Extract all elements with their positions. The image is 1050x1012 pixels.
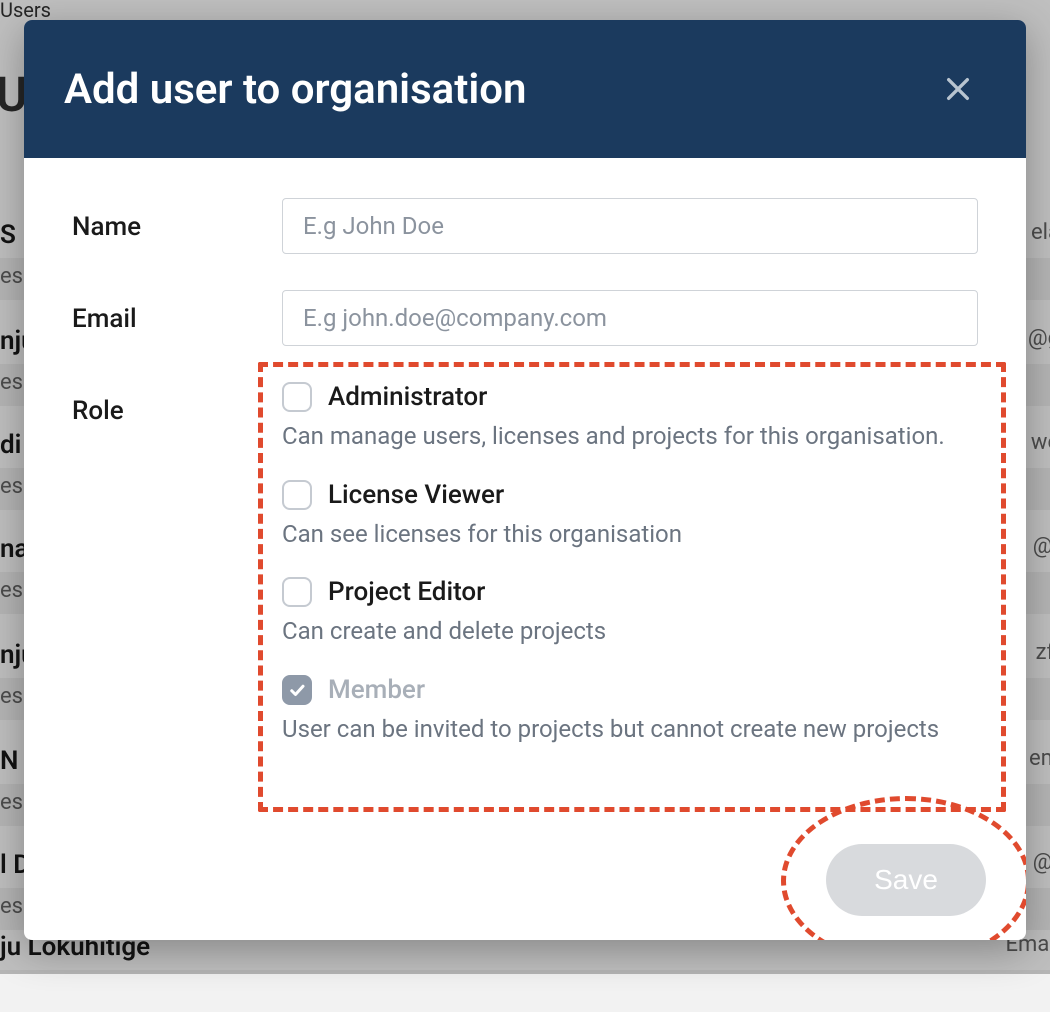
email-row: Email [72,290,978,346]
roles-group: Administrator Can manage users, licenses … [282,382,978,772]
role-title: Project Editor [328,577,485,607]
role-title: License Viewer [328,480,504,510]
save-button[interactable]: Save [826,844,986,916]
role-title: Member [328,675,425,705]
role-item: Member User can be invited to projects bu… [282,675,978,747]
role-checkbox[interactable] [282,577,312,607]
add-user-modal: Add user to organisation Name Email Role… [24,20,1026,940]
role-checkbox[interactable] [282,480,312,510]
role-description: Can see licenses for this organisation [282,518,978,552]
role-head: Administrator [282,382,978,412]
role-checkbox[interactable] [282,382,312,412]
email-label: Email [72,290,282,334]
role-head: Project Editor [282,577,978,607]
role-item: License Viewer Can see licenses for this … [282,480,978,552]
email-input[interactable] [282,290,978,346]
modal-title: Add user to organisation [64,65,526,114]
role-description: Can create and delete projects [282,615,978,649]
modal-footer: Save [826,844,986,916]
role-row: Role Administrator Can manage users, lice… [72,382,978,772]
close-button[interactable] [938,69,978,109]
name-row: Name [72,198,978,254]
modal-header: Add user to organisation [24,20,1026,158]
role-head: License Viewer [282,480,978,510]
modal-body: Name Email Role Administrator Can manage … [24,158,1026,792]
role-description: User can be invited to projects but cann… [282,713,978,747]
check-icon [288,681,306,699]
role-description: Can manage users, licenses and projects … [282,420,978,454]
name-input[interactable] [282,198,978,254]
role-head: Member [282,675,978,705]
role-item: Administrator Can manage users, licenses … [282,382,978,454]
close-icon [942,73,974,105]
role-title: Administrator [328,382,487,412]
role-label: Role [72,382,282,426]
name-label: Name [72,198,282,242]
role-checkbox[interactable] [282,675,312,705]
role-item: Project Editor Can create and delete proj… [282,577,978,649]
